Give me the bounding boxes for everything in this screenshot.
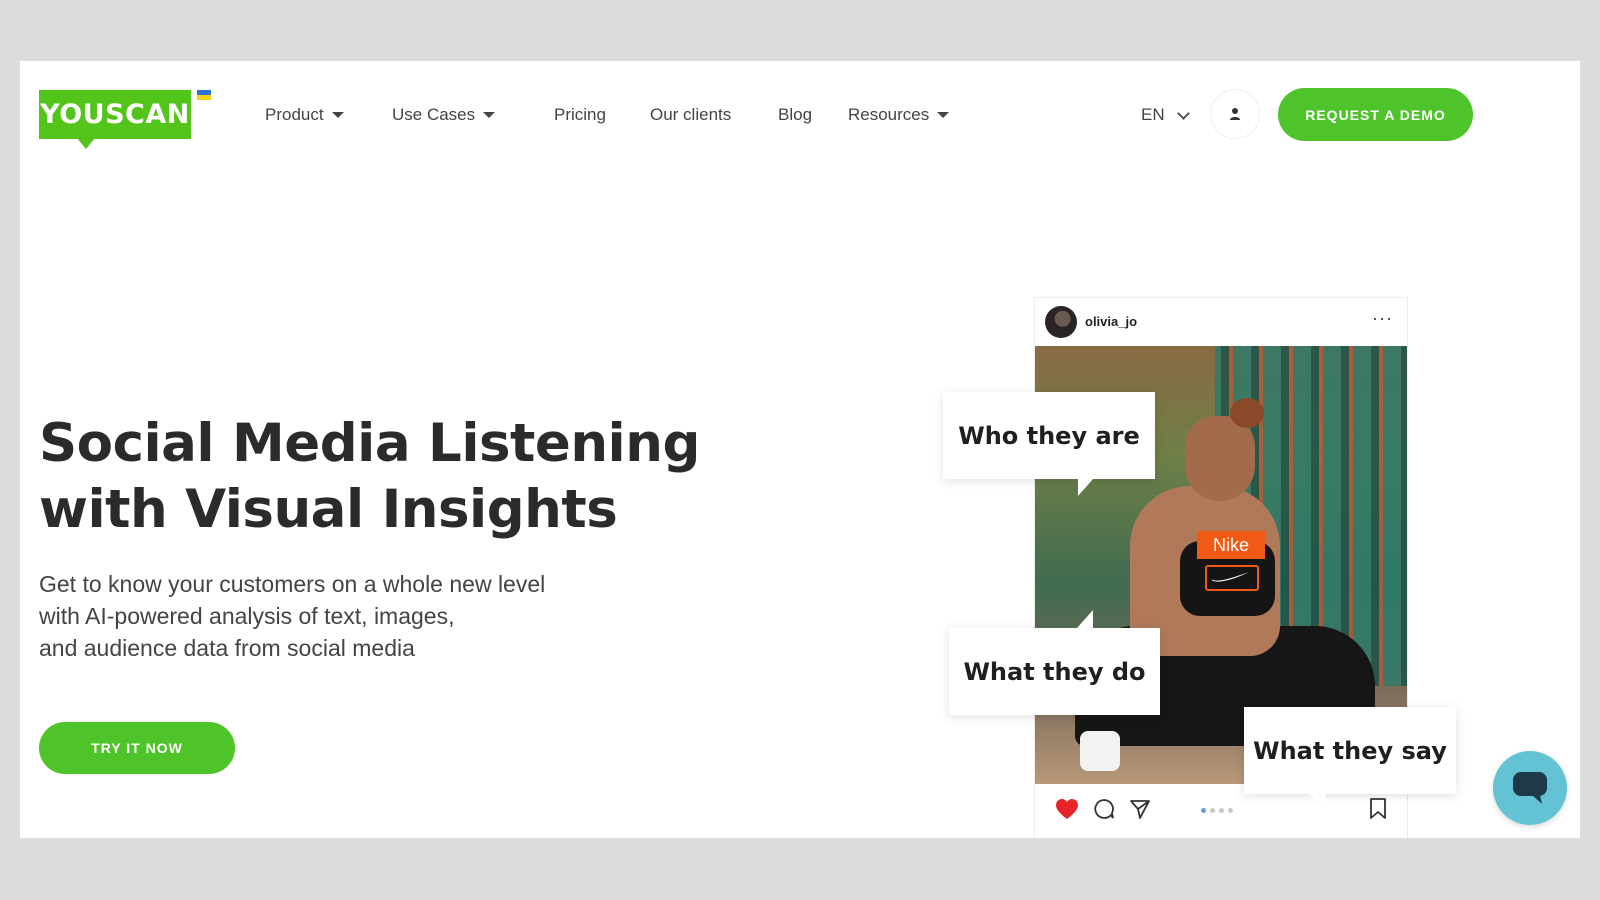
hero-subtitle-line-2: with AI-powered analysis of text, images… <box>39 603 455 629</box>
callout-who-they-are: Who they are <box>943 392 1155 496</box>
account-button[interactable] <box>1210 89 1260 139</box>
bubble-tail <box>1078 478 1094 496</box>
brand-tag: Nike <box>1197 531 1265 559</box>
try-it-now-button[interactable]: TRY IT NOW <box>39 722 235 774</box>
hero-title-line-1: Social Media Listening <box>39 413 700 474</box>
chat-icon <box>1513 772 1547 804</box>
figure-head <box>1185 416 1255 501</box>
hero-title-line-2: with Visual Insights <box>39 479 618 540</box>
nav-resources[interactable]: Resources <box>848 105 950 125</box>
callout-what-they-say: What they say <box>1244 707 1456 811</box>
nav-pricing-label: Pricing <box>554 105 606 124</box>
carousel-indicator <box>1201 808 1233 813</box>
more-options-icon: ··· <box>1372 308 1393 328</box>
shoe <box>1080 731 1120 771</box>
user-icon <box>1230 108 1240 120</box>
ukraine-flag-icon <box>197 90 211 100</box>
youscan-logo[interactable]: YOUSCAN <box>39 90 211 155</box>
hero-subtitle: Get to know your customers on a whole ne… <box>39 568 679 664</box>
language-label: EN <box>1141 105 1165 124</box>
logo-tail <box>77 138 95 149</box>
caret-down-icon <box>483 112 496 118</box>
bookmark-icon[interactable] <box>1369 798 1387 820</box>
logo-detection-box <box>1205 565 1259 591</box>
nav-product-label: Product <box>265 105 324 124</box>
callout-who-label: Who they are <box>958 421 1140 450</box>
post-username: olivia_jo <box>1085 314 1138 329</box>
figure-bun <box>1230 398 1264 428</box>
swoosh-icon <box>1211 572 1249 582</box>
bubble-tail <box>1308 793 1326 811</box>
bubble-tail <box>1077 610 1093 628</box>
nav-product[interactable]: Product <box>265 105 344 125</box>
heart-icon[interactable] <box>1055 798 1079 820</box>
logo-text: YOUSCAN <box>39 90 191 139</box>
nav-pricing[interactable]: Pricing <box>554 105 606 125</box>
hero-subtitle-line-3: and audience data from social media <box>39 635 415 661</box>
comment-icon[interactable] <box>1093 798 1115 820</box>
callout-say-label: What they say <box>1253 736 1447 765</box>
caret-down-icon <box>331 112 344 118</box>
nav-resources-label: Resources <box>848 105 930 124</box>
nav-our-clients-label: Our clients <box>650 105 732 124</box>
callout-do-label: What they do <box>963 657 1146 686</box>
caret-down-icon <box>937 112 950 118</box>
nav-our-clients[interactable]: Our clients <box>650 105 731 125</box>
language-selector[interactable]: EN <box>1141 105 1190 125</box>
nav-blog[interactable]: Blog <box>778 105 812 125</box>
chevron-down-icon <box>1176 106 1190 120</box>
request-demo-button[interactable]: REQUEST A DEMO <box>1278 88 1473 141</box>
callout-what-they-do: What they do <box>949 610 1160 715</box>
chat-widget-button[interactable] <box>1493 751 1567 825</box>
post-header: olivia_jo ··· <box>1035 298 1407 346</box>
nav-blog-label: Blog <box>778 105 813 124</box>
avatar <box>1045 306 1077 338</box>
share-icon[interactable] <box>1129 798 1151 820</box>
page: YOUSCAN Product Use Cases Pricing Our cl… <box>20 61 1580 838</box>
nav-use-cases[interactable]: Use Cases <box>392 105 496 125</box>
hero-subtitle-line-1: Get to know your customers on a whole ne… <box>39 571 546 597</box>
nav-use-cases-label: Use Cases <box>392 105 476 124</box>
hero-title: Social Media Listening with Visual Insig… <box>39 411 739 543</box>
